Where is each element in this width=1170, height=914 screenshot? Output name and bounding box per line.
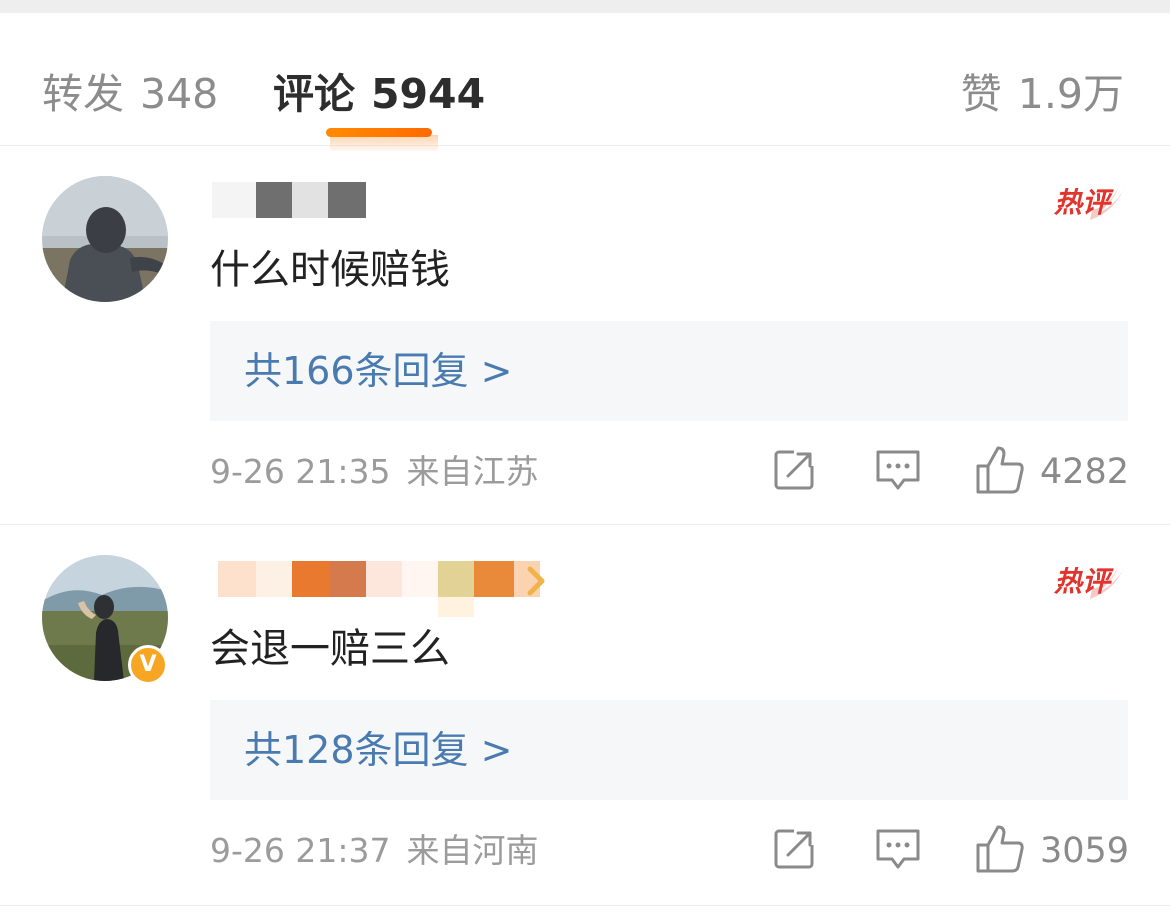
hot-comment-label: 热评 (1054, 186, 1111, 219)
replies-count-label: 共166条回复 > (244, 349, 513, 393)
comment-item: 热评 什么时候赔钱 共166条回复 > 9-26 21:35 来自江苏 4282 (0, 146, 1170, 525)
comment-meta: 9-26 21:35 来自江苏 (210, 450, 539, 494)
comment-location: 来自河南 (406, 831, 539, 870)
like-count: 4282 (1040, 452, 1130, 492)
username-blurred[interactable] (212, 182, 552, 222)
tab-comment-count: 5944 (371, 70, 486, 118)
tab-repost-label: 转发 (42, 70, 124, 118)
comment-text: 什么时候赔钱 (210, 247, 450, 293)
chevron-right-icon (527, 566, 545, 596)
hot-comment-label: 热评 (1054, 565, 1111, 598)
share-icon[interactable] (772, 446, 818, 496)
comment-icon[interactable] (874, 446, 922, 496)
tab-comment[interactable]: 评论 5944 (273, 69, 485, 119)
comment-text: 会退一赔三么 (210, 626, 450, 672)
like-count: 3059 (1040, 831, 1130, 871)
comment-time: 9-26 21:37 (210, 831, 391, 870)
replies-link[interactable]: 共166条回复 > (210, 321, 1128, 421)
thumbs-up-icon (976, 446, 1024, 494)
active-tab-indicator (326, 128, 432, 137)
tab-repost[interactable]: 转发 348 (42, 69, 218, 119)
thumbs-up-icon (976, 825, 1024, 873)
comment-meta: 9-26 21:37 来自河南 (210, 829, 539, 873)
comment-icon[interactable] (874, 825, 922, 875)
tab-comment-label: 评论 (273, 70, 355, 118)
status-bar-strip (0, 0, 1170, 13)
comment-location: 来自江苏 (406, 452, 539, 491)
username-blurred[interactable] (212, 561, 552, 617)
comment-item: V 热评 会退一赔三么 共128条回复 > 9-26 21:37 来自河南 30… (0, 525, 1170, 906)
replies-count-label: 共128条回复 > (244, 728, 513, 772)
comment-time: 9-26 21:35 (210, 452, 391, 491)
like-button[interactable]: 4282 (974, 444, 1129, 498)
share-icon[interactable] (772, 825, 818, 875)
hot-comment-icon: 热评 (1048, 559, 1128, 605)
like-button[interactable]: 3059 (974, 823, 1129, 877)
tab-likes[interactable]: 赞 1.9万 (961, 69, 1124, 119)
tab-repost-count: 348 (140, 70, 219, 118)
verified-icon: V (128, 645, 168, 685)
tab-bar: 转发 348 评论 5944 赞 1.9万 (0, 13, 1170, 151)
avatar[interactable] (42, 176, 168, 302)
tab-likes-label: 赞 (960, 70, 1002, 118)
replies-link[interactable]: 共128条回复 > (210, 700, 1128, 800)
hot-comment-icon: 热评 (1048, 180, 1128, 226)
tab-likes-count: 1.9万 (1017, 70, 1124, 118)
verified-label: V (139, 652, 157, 677)
